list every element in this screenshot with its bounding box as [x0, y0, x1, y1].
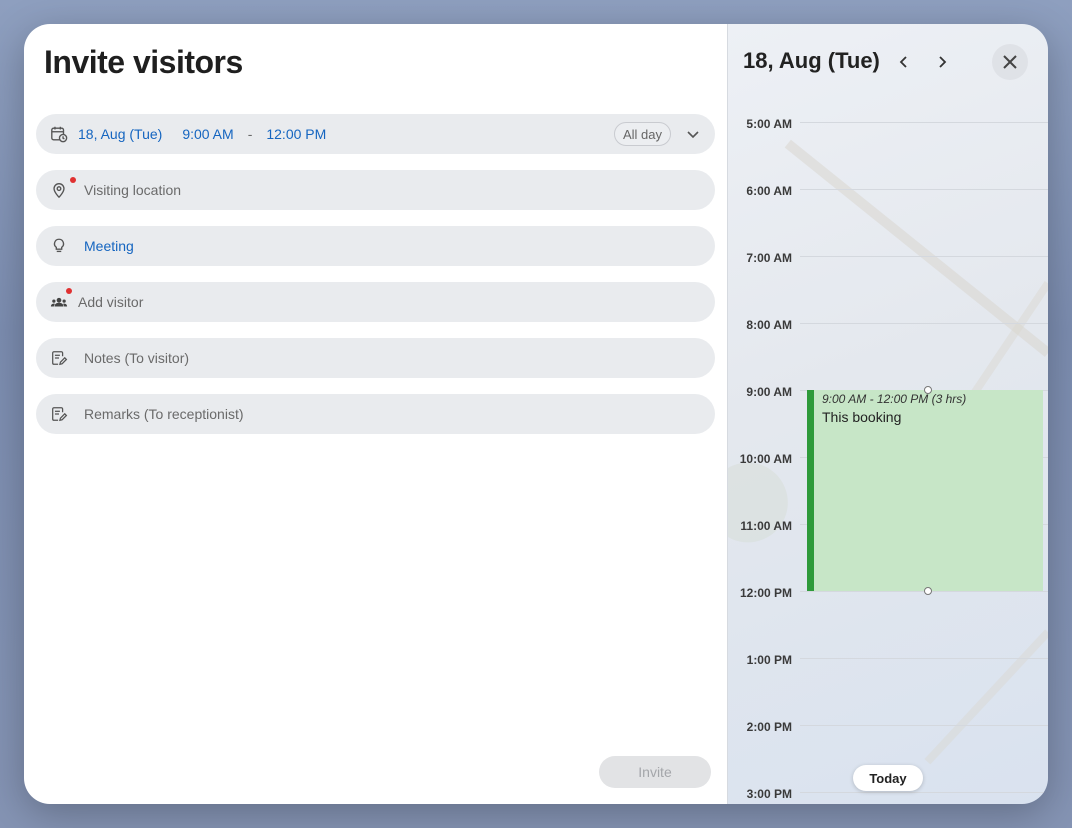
hour-gridline: [800, 189, 1048, 190]
remarks-to-receptionist-placeholder: Remarks (To receptionist): [84, 406, 244, 422]
hour-label: 1:00 PM: [746, 653, 792, 667]
hour-gridline: [800, 725, 1048, 726]
visit-purpose-value: Meeting: [84, 238, 134, 254]
hour-gridline: [800, 122, 1048, 123]
notes-to-visitor-placeholder: Notes (To visitor): [84, 350, 190, 366]
hour-label: 9:00 AM: [746, 385, 792, 399]
hour-label: 6:00 AM: [746, 184, 792, 198]
dialog-title: Invite visitors: [44, 44, 243, 80]
hour-label: 3:00 PM: [746, 787, 792, 801]
hour-gridline: [800, 792, 1048, 793]
background-app: ​: [0, 0, 12, 27]
hour-label: 7:00 AM: [746, 251, 792, 265]
hour-gridline: [800, 658, 1048, 659]
booking-resize-handle-top[interactable]: [924, 386, 932, 394]
previous-day-chevron-icon[interactable]: [892, 50, 916, 74]
close-icon[interactable]: [992, 44, 1028, 80]
visiting-location-field[interactable]: Visiting location: [36, 170, 715, 210]
add-visitor-placeholder: Add visitor: [78, 294, 144, 310]
booking-title: This booking: [822, 409, 902, 425]
today-button[interactable]: Today: [853, 765, 923, 791]
hour-label: 8:00 AM: [746, 318, 792, 332]
all-day-toggle[interactable]: All day: [613, 122, 671, 146]
day-calendar-pane[interactable]: 18, Aug (Tue) 5:00 AM 6:00 AM 7:00 AM 8:00 …: [727, 24, 1048, 804]
invite-visitors-dialog: Invite visitors 18, Aug (Tue) 9:00 AM - …: [24, 24, 1048, 804]
note-edit-icon: [48, 347, 70, 369]
hour-label: 10:00 AM: [739, 452, 792, 466]
hour-label: 11:00 AM: [740, 519, 792, 533]
hour-label: 5:00 AM: [746, 117, 792, 131]
chevron-down-icon[interactable]: [685, 126, 701, 142]
map-pin-icon: [48, 177, 76, 201]
end-time-value[interactable]: 12:00 PM: [266, 126, 326, 142]
date-time-field[interactable]: 18, Aug (Tue) 9:00 AM - 12:00 PM All day: [36, 114, 715, 154]
calendar-clock-icon: [48, 123, 70, 145]
visit-purpose-field[interactable]: Meeting: [36, 226, 715, 266]
booking-time-range: 9:00 AM - 12:00 PM (3 hrs): [822, 392, 967, 406]
this-booking-event[interactable]: 9:00 AM - 12:00 PM (3 hrs) This booking: [807, 390, 1043, 591]
hour-gridline: [800, 323, 1048, 324]
invite-button[interactable]: Invite: [599, 756, 711, 788]
calendar-date-label: 18, Aug (Tue): [743, 48, 880, 73]
next-day-chevron-icon[interactable]: [930, 50, 954, 74]
remarks-to-receptionist-field[interactable]: Remarks (To receptionist): [36, 394, 715, 434]
add-visitor-field[interactable]: Add visitor: [36, 282, 715, 322]
start-time-value[interactable]: 9:00 AM: [182, 126, 233, 142]
note-edit-icon: [48, 403, 70, 425]
booking-resize-handle-bottom[interactable]: [924, 587, 932, 595]
hour-label: 12:00 PM: [739, 586, 792, 600]
lightbulb-icon: [48, 235, 70, 257]
form-pane: Invite visitors 18, Aug (Tue) 9:00 AM - …: [24, 24, 727, 804]
required-indicator: [66, 288, 72, 294]
people-icon: [48, 288, 72, 313]
time-separator: -: [247, 126, 253, 142]
hour-gridline: [800, 256, 1048, 257]
visiting-location-placeholder: Visiting location: [84, 182, 182, 198]
hour-label: 2:00 PM: [746, 720, 792, 734]
date-value[interactable]: 18, Aug (Tue): [78, 126, 162, 142]
notes-to-visitor-field[interactable]: Notes (To visitor): [36, 338, 715, 378]
required-indicator: [70, 177, 76, 183]
